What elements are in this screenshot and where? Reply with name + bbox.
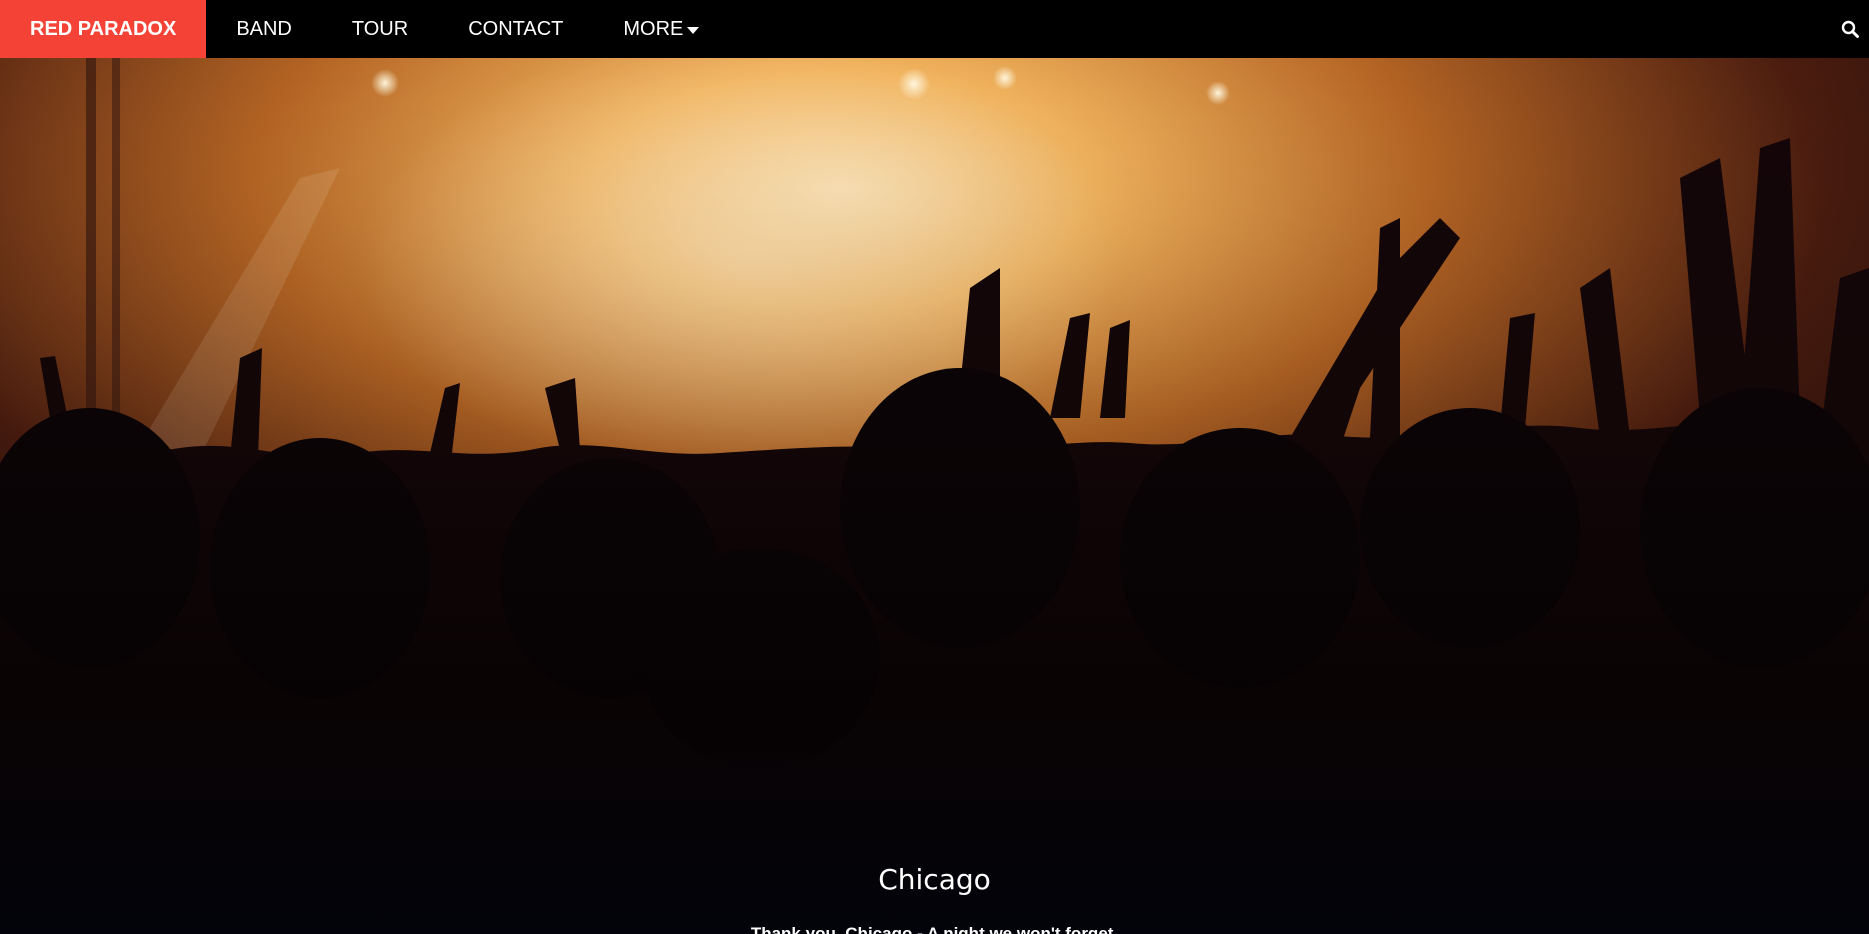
hero-subtitle: Thank you, Chicago - A night we won't fo…	[750, 924, 1119, 934]
search-icon	[1841, 20, 1859, 38]
nav-item-more-dropdown[interactable]: MORE	[593, 0, 729, 58]
search-button[interactable]	[1821, 0, 1869, 58]
concert-crowd-illustration	[0, 58, 1869, 934]
caret-down-icon	[687, 26, 700, 34]
top-navbar: RED PARADOX BAND TOUR CONTACT MORE	[0, 0, 1869, 58]
hero-title: Chicago	[878, 863, 991, 896]
nav-more-label: MORE	[623, 17, 684, 40]
nav-item-contact[interactable]: CONTACT	[438, 0, 593, 58]
hero-concert-image: Chicago Thank you, Chicago - A night we …	[0, 58, 1869, 934]
nav-item-tour[interactable]: TOUR	[322, 0, 438, 58]
nav-item-band[interactable]: BAND	[206, 0, 322, 58]
nav-brand-red-paradox[interactable]: RED PARADOX	[0, 0, 207, 58]
